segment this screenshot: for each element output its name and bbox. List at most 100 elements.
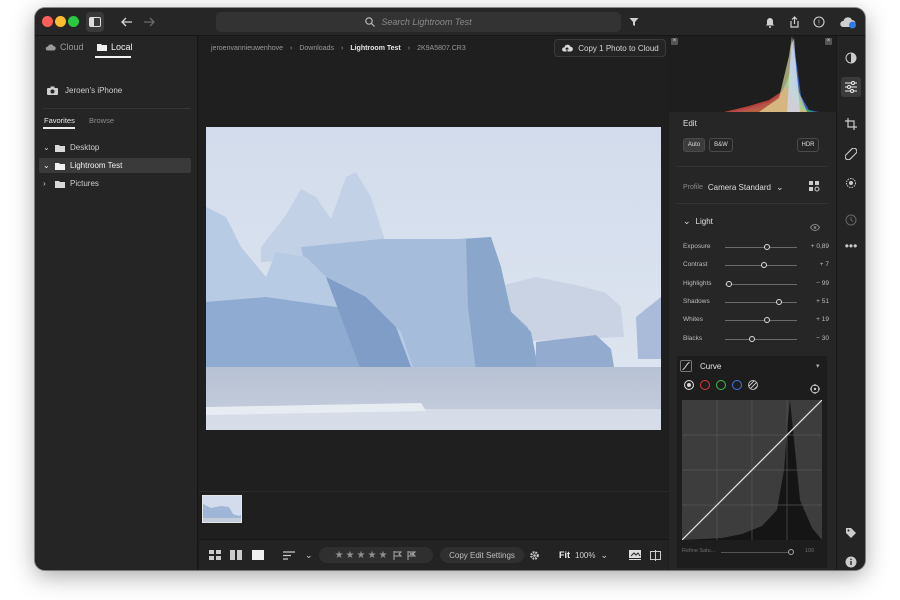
versions-tool[interactable] bbox=[841, 210, 861, 230]
chevron-down-icon[interactable]: ⌄ bbox=[43, 143, 50, 152]
healing-tool[interactable] bbox=[841, 144, 861, 164]
divider bbox=[43, 108, 190, 109]
breadcrumb-item[interactable]: jeroenvannieuwenhove bbox=[211, 45, 283, 52]
share-button[interactable] bbox=[787, 12, 801, 32]
notifications-button[interactable] bbox=[763, 12, 777, 32]
tab-local[interactable]: Local bbox=[97, 42, 133, 52]
parametric-curve-icon[interactable] bbox=[748, 380, 758, 390]
divider bbox=[677, 203, 827, 204]
curve-channel-button[interactable] bbox=[732, 380, 742, 390]
tab-cloud[interactable]: Cloud bbox=[45, 42, 84, 52]
more-tools-button[interactable]: ••• bbox=[841, 236, 861, 256]
refine-saturation-value: 100 bbox=[805, 548, 815, 554]
curve-channel-button[interactable] bbox=[716, 380, 726, 390]
edit-settings-gear-button[interactable] bbox=[529, 547, 545, 563]
profile-value[interactable]: Camera Standard bbox=[708, 183, 771, 192]
before-after-button[interactable] bbox=[629, 547, 641, 563]
toggle-sidebar-button[interactable] bbox=[86, 12, 104, 32]
minimize-window-button[interactable] bbox=[55, 16, 66, 27]
slider-knob[interactable] bbox=[763, 244, 770, 250]
flag-reject-icon[interactable] bbox=[407, 550, 417, 560]
curve-target-button[interactable] bbox=[810, 381, 820, 399]
slider-knob[interactable] bbox=[764, 317, 771, 323]
help-button[interactable]: ! bbox=[812, 12, 826, 32]
info-button[interactable] bbox=[841, 552, 861, 570]
copy-edit-settings-button[interactable]: Copy Edit Settings bbox=[440, 547, 524, 563]
slider-track[interactable] bbox=[725, 302, 797, 303]
close-window-button[interactable] bbox=[42, 16, 53, 27]
zoom-mode[interactable]: Fit bbox=[559, 550, 570, 560]
presets-tool[interactable] bbox=[841, 48, 861, 68]
histogram-close-icon[interactable]: × bbox=[825, 38, 832, 45]
breadcrumb-item[interactable]: Downloads bbox=[299, 45, 334, 52]
folder-pictures[interactable]: › Pictures bbox=[39, 176, 191, 191]
breadcrumb-item[interactable]: Lightroom Test bbox=[350, 45, 400, 52]
refine-saturation-knob[interactable] bbox=[788, 549, 794, 555]
subtab-browse[interactable]: Browse bbox=[89, 116, 114, 125]
slider-knob[interactable] bbox=[761, 262, 768, 268]
compare-view-button[interactable] bbox=[650, 547, 661, 563]
slider-track[interactable] bbox=[725, 247, 797, 248]
curve-channel-button[interactable] bbox=[700, 380, 710, 390]
light-visibility-toggle[interactable] bbox=[809, 218, 821, 236]
slider-knob[interactable] bbox=[725, 281, 732, 287]
detail-view-button[interactable] bbox=[252, 547, 264, 563]
main-photo[interactable] bbox=[206, 127, 661, 430]
light-section-header[interactable]: ⌄ Light bbox=[683, 216, 713, 227]
profile-label: Profile bbox=[683, 184, 703, 191]
chevron-down-icon[interactable]: ▾ bbox=[816, 362, 820, 370]
filter-button[interactable] bbox=[627, 12, 641, 32]
profile-selector[interactable]: Profile Camera Standard ⌄ bbox=[683, 182, 784, 193]
forward-button[interactable] bbox=[141, 12, 157, 32]
sort-button[interactable]: ⌄ bbox=[283, 547, 313, 563]
search-field[interactable]: Search Lightroom Test bbox=[216, 12, 621, 32]
masking-tool[interactable] bbox=[841, 173, 861, 193]
crop-tool[interactable] bbox=[841, 114, 861, 134]
curve-toggle-button[interactable] bbox=[680, 360, 692, 372]
zoom-control[interactable]: Fit 100% ⌄ bbox=[559, 547, 608, 563]
slider-knob[interactable] bbox=[748, 336, 755, 342]
slider-value[interactable]: + 51 bbox=[805, 298, 829, 305]
flag-pick-icon[interactable] bbox=[393, 550, 403, 560]
subtab-favorites[interactable]: Favorites bbox=[44, 116, 75, 125]
slider-value[interactable]: + 0,89 bbox=[805, 243, 829, 250]
copy-to-cloud-button[interactable]: Copy 1 Photo to Cloud bbox=[554, 39, 666, 57]
slider-track[interactable] bbox=[725, 320, 797, 321]
tone-curve-graph[interactable] bbox=[681, 399, 823, 541]
photo-viewer: jeroenvannieuwenhove › Downloads › Light… bbox=[199, 36, 668, 570]
back-button[interactable] bbox=[119, 12, 135, 32]
slider-value[interactable]: − 30 bbox=[805, 335, 829, 342]
histogram: × × bbox=[669, 36, 836, 112]
slider-label: Blacks bbox=[683, 335, 703, 342]
slider-value[interactable]: + 7 bbox=[805, 261, 829, 268]
zoom-window-button[interactable] bbox=[68, 16, 79, 27]
slider-track[interactable] bbox=[725, 284, 797, 285]
histogram-close-icon[interactable]: × bbox=[671, 38, 678, 45]
filmstrip-thumbnail[interactable] bbox=[202, 495, 242, 523]
rating-stars[interactable]: ★★★★★ bbox=[335, 550, 390, 561]
slider-value[interactable]: + 19 bbox=[805, 316, 829, 323]
profile-browser-button[interactable] bbox=[809, 179, 820, 197]
auto-button[interactable]: Auto bbox=[683, 138, 705, 152]
refine-saturation-track[interactable] bbox=[721, 552, 791, 553]
device-item[interactable]: Jeroen’s iPhone bbox=[47, 86, 122, 95]
square-grid-view-button[interactable] bbox=[230, 547, 242, 563]
edit-tool[interactable] bbox=[841, 77, 861, 97]
cloud-sync-button[interactable] bbox=[838, 12, 858, 32]
slider-value[interactable]: − 99 bbox=[805, 280, 829, 287]
keywords-button[interactable] bbox=[841, 523, 861, 543]
chevron-down-icon[interactable]: ⌄ bbox=[43, 161, 50, 170]
zoom-level[interactable]: 100% bbox=[575, 551, 595, 560]
curve-title: Curve bbox=[700, 362, 722, 371]
grid-view-button[interactable] bbox=[209, 547, 221, 563]
folder-lightroom-test[interactable]: ⌄ Lightroom Test bbox=[39, 158, 191, 173]
slider-track[interactable] bbox=[725, 339, 797, 340]
hdr-button[interactable]: HDR bbox=[797, 138, 819, 152]
chevron-right-icon[interactable]: › bbox=[43, 179, 50, 188]
folder-desktop[interactable]: ⌄ Desktop bbox=[39, 140, 191, 155]
svg-text:!: ! bbox=[818, 20, 820, 27]
bw-button[interactable]: B&W bbox=[709, 138, 733, 152]
breadcrumb: jeroenvannieuwenhove › Downloads › Light… bbox=[211, 42, 466, 54]
curve-channel-button[interactable] bbox=[684, 380, 694, 390]
slider-knob[interactable] bbox=[776, 299, 782, 305]
